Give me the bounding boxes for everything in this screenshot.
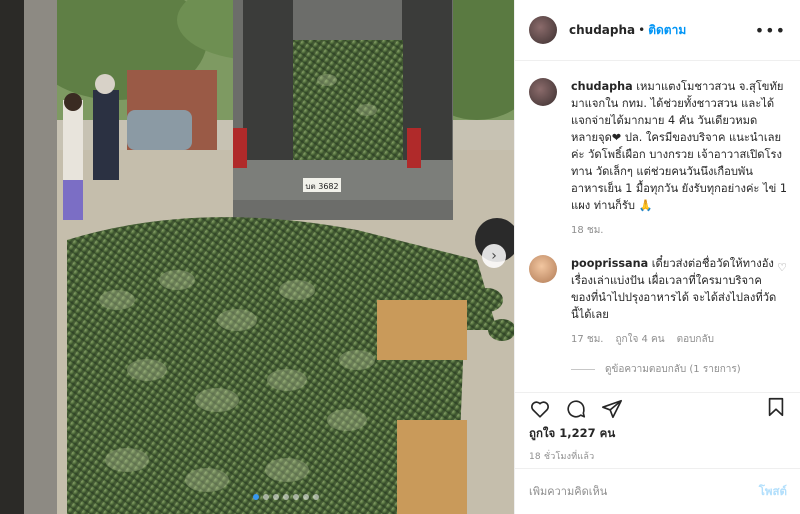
- carousel-dot: [302, 494, 309, 500]
- left-gutter: [0, 0, 57, 514]
- caption: chudapha เหมาแตงโมชาวสวน จ.สุโขทัย มาแจก…: [529, 78, 787, 239]
- post-comment-button[interactable]: โพสต์: [759, 483, 787, 501]
- view-replies-button[interactable]: ดูข้อความตอบกลับ (1 รายการ): [571, 362, 787, 377]
- follow-button[interactable]: ติดตาม: [648, 21, 686, 40]
- carousel-dot: [252, 494, 259, 500]
- caption-text: เหมาแตงโมชาวสวน จ.สุโขทัย มาแจกใน กทม. ไ…: [571, 80, 787, 212]
- bookmark-icon[interactable]: [765, 396, 787, 418]
- comment-like-heart-icon[interactable]: ♡: [777, 261, 787, 274]
- comments-section[interactable]: chudapha เหมาแตงโมชาวสวน จ.สุโขทัย มาแจก…: [515, 62, 800, 392]
- cardboard-box: [377, 300, 467, 360]
- watermelon-scene: บต 3682: [57, 0, 514, 514]
- likes-count[interactable]: ถูกใจ 1,227 คน: [529, 425, 787, 443]
- comment-icon[interactable]: [565, 398, 587, 420]
- license-plate-text: บต 3682: [305, 182, 338, 191]
- carousel-dot: [292, 494, 299, 500]
- comment-timestamp: 17 ชม.: [571, 334, 604, 345]
- reply-divider-line: [571, 369, 595, 370]
- caption-avatar[interactable]: [529, 78, 557, 106]
- post-photo[interactable]: บต 3682 ›: [57, 0, 514, 514]
- carousel-indicator: [57, 494, 514, 500]
- more-options-icon[interactable]: •••: [755, 21, 786, 40]
- comment-input[interactable]: [529, 485, 759, 498]
- avatar[interactable]: [529, 16, 557, 44]
- caption-username[interactable]: chudapha: [571, 80, 633, 93]
- share-icon[interactable]: [601, 398, 623, 420]
- view-replies-label: ดูข้อความตอบกลับ (1 รายการ): [605, 364, 741, 375]
- comment-likes-link[interactable]: ถูกใจ 4 คน: [615, 331, 664, 348]
- header-username[interactable]: chudapha: [569, 23, 635, 37]
- comment-username[interactable]: pooprissana: [571, 257, 648, 270]
- caption-timestamp: 18 ชม.: [571, 225, 604, 236]
- wooden-post: [24, 0, 57, 514]
- add-comment-bar: โพสต์: [515, 468, 800, 514]
- next-image-button[interactable]: ›: [482, 244, 506, 268]
- parked-car: [127, 110, 192, 150]
- carousel-dot: [282, 494, 289, 500]
- reply-button[interactable]: ตอบกลับ: [677, 331, 714, 348]
- post-details-panel: chudapha • ติดตาม ••• chudapha เหมาแตงโม…: [514, 0, 800, 514]
- post-header: chudapha • ติดตาม •••: [515, 0, 800, 61]
- header-separator: •: [638, 23, 646, 37]
- comment-item: pooprissana เดี๋ยวส่งต่อชื่อวัดให้ทางอัง…: [529, 255, 787, 348]
- comment-meta: 17 ชม. ถูกใจ 4 คน ตอบกลับ: [571, 331, 777, 348]
- post-actions: ถูกใจ 1,227 คน 18 ชั่วโมงที่แล้ว: [515, 392, 800, 463]
- carousel-dot: [262, 494, 269, 500]
- carousel-dot: [272, 494, 279, 500]
- commenter-avatar[interactable]: [529, 255, 557, 283]
- chevron-right-icon: ›: [491, 248, 497, 264]
- post-timestamp: 18 ชั่วโมงที่แล้ว: [529, 452, 595, 462]
- heart-icon[interactable]: [529, 398, 551, 420]
- carousel-dot: [312, 494, 319, 500]
